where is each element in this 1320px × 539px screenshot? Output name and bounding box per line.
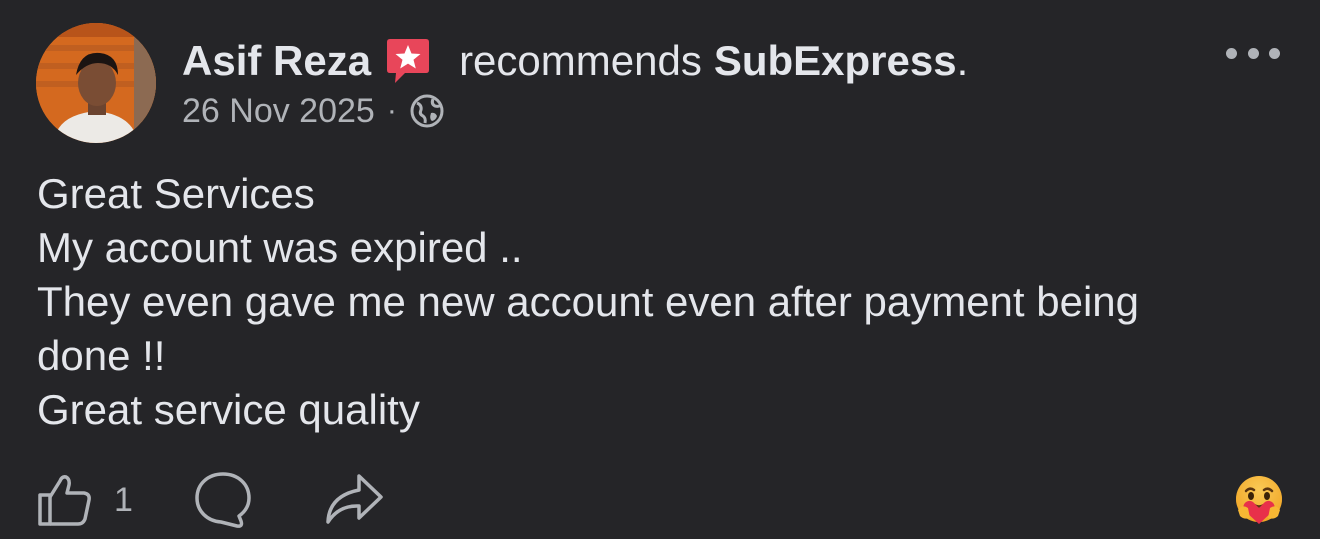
post-body-line: My account was expired ..: [37, 224, 523, 271]
recommends-text: recommends: [459, 37, 702, 84]
post-body-line: They even gave me new account even after…: [37, 278, 1140, 325]
action-bar: 1: [36, 470, 385, 530]
post-body-line: Great Services: [37, 170, 315, 217]
post-body: Great Services My account was expired ..…: [37, 167, 1287, 437]
thumbs-up-icon[interactable]: [36, 471, 94, 529]
post-header: Asif Reza recommends SubExpress.: [182, 36, 968, 86]
meta-separator: ·: [386, 94, 397, 127]
avatar-photo: [36, 23, 156, 143]
more-options-icon[interactable]: [1226, 42, 1280, 64]
more-dot: [1269, 47, 1280, 59]
post-date[interactable]: 26 Nov 2025: [182, 92, 375, 131]
more-dot: [1226, 47, 1237, 59]
page-name-link[interactable]: SubExpress: [714, 37, 957, 85]
comment-icon[interactable]: [193, 470, 253, 530]
care-emoji-icon[interactable]: [1232, 474, 1286, 528]
author-name[interactable]: Asif Reza: [182, 37, 371, 85]
post-body-line: done !!: [37, 332, 166, 379]
period: .: [956, 37, 969, 84]
avatar[interactable]: [36, 23, 156, 143]
more-dot: [1247, 47, 1259, 59]
globe-icon[interactable]: [409, 93, 445, 129]
post-meta: 26 Nov 2025 ·: [182, 90, 445, 132]
share-icon[interactable]: [323, 470, 385, 530]
like-count[interactable]: 1: [114, 481, 133, 520]
recommendation-star-icon: [383, 36, 433, 86]
post-body-line: Great service quality: [37, 386, 420, 433]
